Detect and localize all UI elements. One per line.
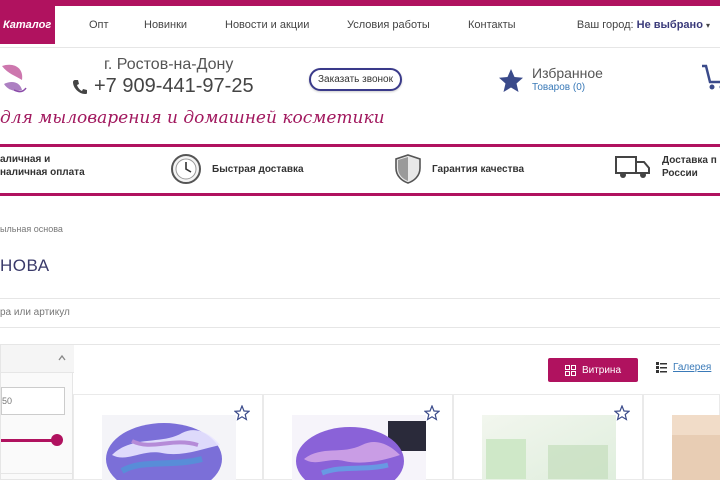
view-vitrina-label: Витрина [581, 364, 622, 376]
phone-number-text: +7 909-441-97-25 [94, 75, 254, 97]
product-image[interactable] [102, 415, 236, 480]
callback-button[interactable]: Заказать звонок [309, 68, 402, 91]
product-card[interactable] [263, 394, 453, 480]
store-address: г. Ростов-на-Дону [104, 56, 234, 73]
store-slogan: для мыловарения и домашней косметики [0, 108, 385, 128]
shield-icon [395, 154, 421, 184]
product-card[interactable] [453, 394, 643, 480]
price-input[interactable]: 50 [1, 387, 65, 415]
page-title: НОВА [0, 256, 50, 275]
breadcrumb[interactable]: ыльная основа [0, 224, 63, 234]
feature-payment-line1: аличная и [0, 154, 51, 165]
feature-delivery: Быстрая доставка [170, 153, 304, 185]
city-selector[interactable]: Ваш город: Не выбрано ▾ [577, 19, 710, 31]
price-slider-track[interactable] [1, 439, 57, 442]
feature-delivery-label: Быстрая доставка [212, 163, 304, 175]
filter-panel: 50 [0, 344, 74, 480]
product-image[interactable] [482, 415, 616, 480]
phone-icon [73, 79, 87, 94]
list-icon [656, 362, 667, 373]
city-value[interactable]: Не выбрано [637, 19, 703, 31]
filter-header[interactable] [1, 345, 74, 373]
feature-payment: аличная и наличная оплата [0, 153, 85, 179]
feature-payment-line2: наличная оплата [0, 167, 85, 178]
filter-divider [1, 473, 74, 474]
top-nav-bar: Каталог Опт Новинки Новости и акции Усло… [0, 0, 720, 48]
nav-item-new[interactable]: Новинки [144, 19, 187, 31]
price-slider-handle[interactable] [51, 434, 63, 446]
feature-shipping: Доставка п России [614, 153, 717, 181]
feature-quality: Гарантия качества [394, 153, 524, 185]
feature-quality-label: Гарантия качества [432, 163, 525, 175]
favorite-star-icon[interactable] [424, 405, 440, 421]
view-gallery-label: Галерея [673, 362, 712, 373]
favorite-star-icon[interactable] [614, 405, 630, 421]
phone-number[interactable]: +7 909-441-97-25 [72, 75, 254, 98]
catalog-button[interactable]: Каталог [0, 6, 55, 44]
search-input[interactable]: ра или артикул [0, 307, 70, 318]
feature-shipping-line2: России [662, 168, 698, 179]
nav-item-contacts[interactable]: Контакты [468, 19, 516, 31]
nav-item-terms[interactable]: Условия работы [347, 19, 430, 31]
favorite-star-icon[interactable] [234, 405, 250, 421]
product-image[interactable] [292, 415, 426, 480]
feature-shipping-line1: Доставка п [662, 155, 717, 166]
nav-item-opt[interactable]: Опт [89, 19, 109, 31]
view-vitrina-button[interactable]: Витрина [548, 358, 638, 382]
nav-item-news[interactable]: Новости и акции [225, 19, 309, 31]
favorites-count[interactable]: Товаров (0) [532, 82, 585, 93]
cart-icon[interactable] [700, 62, 720, 92]
chevron-up-icon[interactable] [57, 353, 67, 363]
chevron-down-icon: ▾ [705, 21, 710, 30]
product-card[interactable] [643, 394, 720, 480]
features-strip: аличная и наличная оплата Быстрая достав… [0, 144, 720, 196]
view-gallery-button[interactable]: Галерея [656, 362, 711, 373]
favorites-star-icon[interactable] [498, 68, 524, 94]
product-card[interactable] [73, 394, 263, 480]
product-image[interactable] [672, 415, 720, 480]
favorites-link[interactable]: Избранное [532, 65, 603, 81]
grid-icon [564, 364, 576, 376]
truck-icon [615, 156, 650, 178]
city-label: Ваш город: [576, 19, 634, 31]
logo-butterfly-icon[interactable] [0, 60, 30, 100]
catalog-search-bar[interactable]: ра или артикул [0, 298, 720, 328]
clock-icon [171, 154, 201, 184]
